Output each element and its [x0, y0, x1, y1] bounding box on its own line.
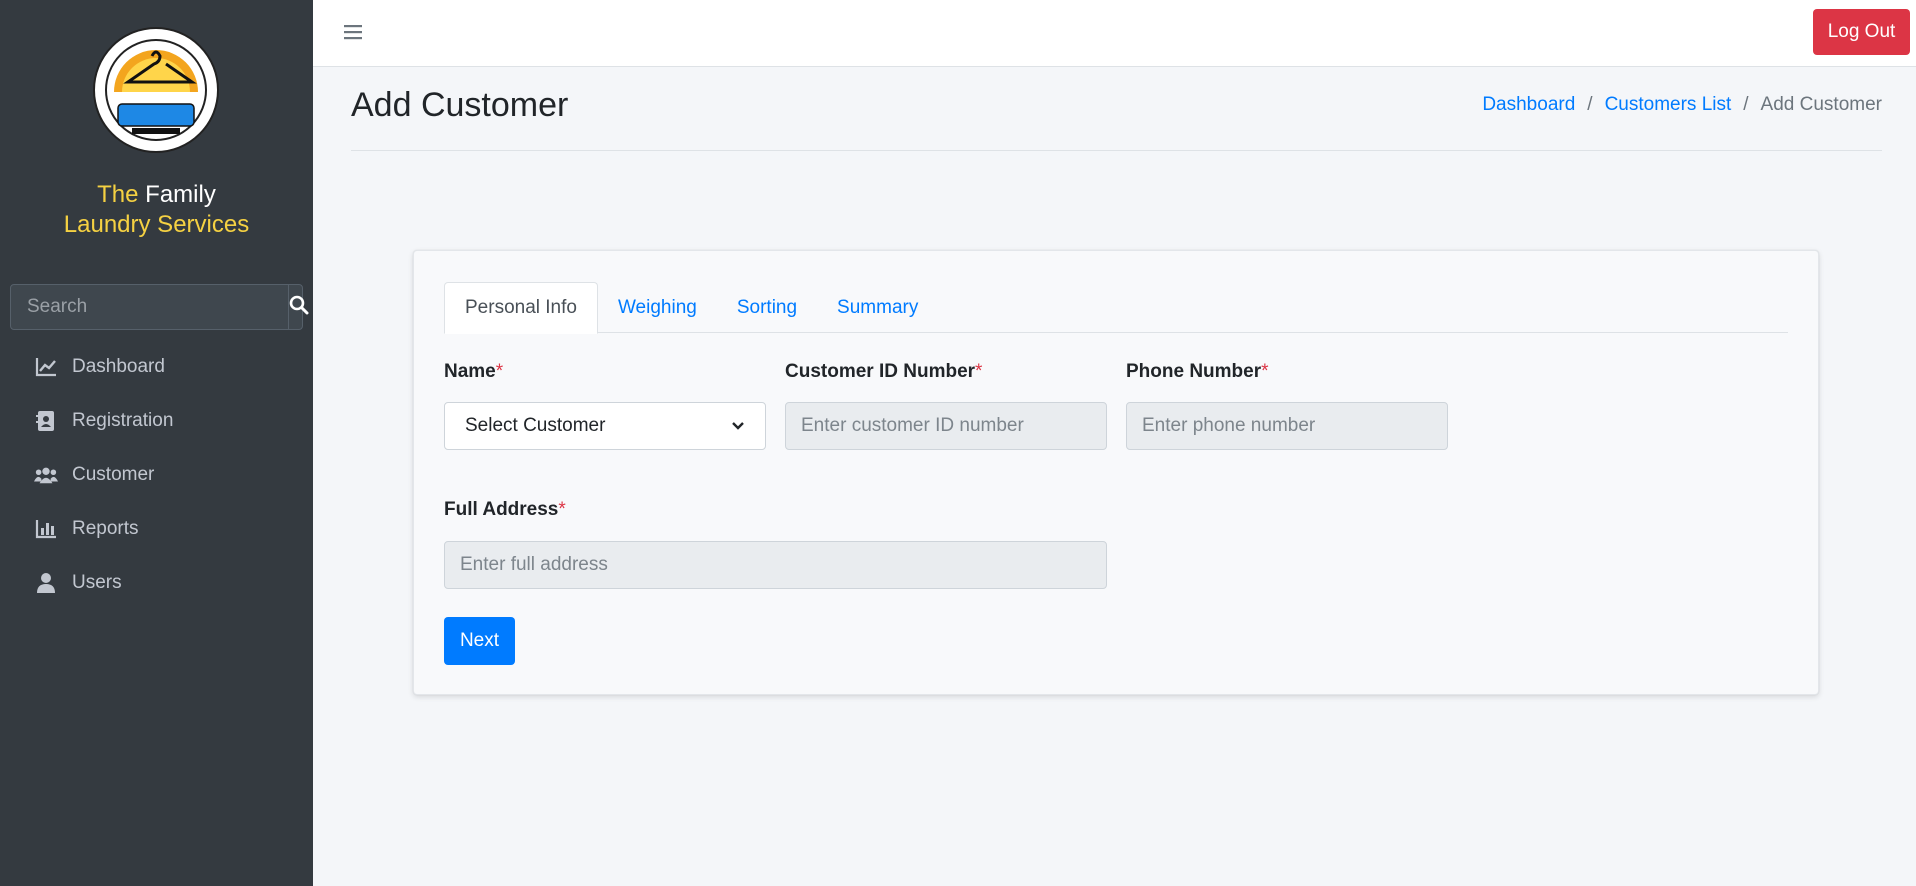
sidebar: The Family Laundry Services Dashboard Re…: [0, 0, 313, 886]
brand-logo[interactable]: [92, 26, 220, 154]
sidebar-item-dashboard[interactable]: Dashboard: [0, 340, 313, 394]
chevron-down-icon: [731, 415, 745, 437]
required-marker: *: [495, 361, 504, 382]
next-button[interactable]: Next: [444, 617, 515, 665]
tab-personal-info[interactable]: Personal Info: [444, 282, 598, 334]
bar-chart-icon: [34, 517, 58, 541]
customer-id-label-text: Customer ID Number: [785, 361, 976, 382]
sidebar-nav: Dashboard Registration Customer Reports …: [0, 340, 313, 610]
customer-select-value: Select Customer: [465, 415, 606, 436]
customer-select[interactable]: Select Customer: [444, 402, 766, 450]
tab-weighing[interactable]: Weighing: [598, 282, 717, 333]
search-input[interactable]: [11, 285, 288, 329]
tab-sorting[interactable]: Sorting: [717, 282, 817, 333]
address-label-text: Full Address: [444, 499, 559, 520]
brand-the: The: [97, 181, 139, 208]
breadcrumb-separator: /: [1743, 94, 1749, 115]
breadcrumb-current: Add Customer: [1760, 94, 1882, 115]
sidebar-item-users[interactable]: Users: [0, 556, 313, 610]
topbar: Log Out: [313, 0, 1916, 67]
brand-name: The Family Laundry Services: [0, 180, 313, 240]
address-label: Full Address*: [444, 499, 566, 521]
brand-laundry-services: Laundry Services: [63, 211, 250, 238]
brand-family: Family: [145, 181, 216, 208]
sidebar-item-label: Users: [72, 572, 122, 593]
search-icon: [289, 295, 309, 320]
users-icon: [34, 463, 58, 487]
divider: [351, 150, 1882, 151]
user-icon: [34, 571, 58, 595]
required-marker: *: [1261, 361, 1269, 382]
sidebar-item-customer[interactable]: Customer: [0, 448, 313, 502]
breadcrumb-dashboard[interactable]: Dashboard: [1482, 94, 1575, 116]
address-field[interactable]: [444, 541, 1107, 589]
breadcrumb: Dashboard / Customers List / Add Custome…: [1482, 94, 1882, 116]
phone-field[interactable]: [1126, 402, 1448, 450]
sidebar-item-registration[interactable]: Registration: [0, 394, 313, 448]
customer-id-field[interactable]: [785, 402, 1107, 450]
sidebar-search: [10, 284, 309, 330]
breadcrumb-separator: /: [1587, 94, 1593, 115]
phone-label: Phone Number*: [1126, 361, 1269, 383]
required-marker: *: [558, 499, 566, 520]
sidebar-item-label: Registration: [72, 410, 174, 431]
breadcrumb-customers-list[interactable]: Customers List: [1605, 94, 1732, 116]
search-button[interactable]: [288, 285, 309, 329]
menu-toggle-icon[interactable]: [343, 20, 367, 44]
tab-summary[interactable]: Summary: [817, 282, 938, 333]
phone-label-text: Phone Number: [1126, 361, 1262, 382]
sidebar-item-label: Customer: [72, 464, 155, 485]
sidebar-item-label: Reports: [72, 518, 139, 539]
address-book-icon: [34, 409, 58, 433]
page-title: Add Customer: [351, 86, 569, 124]
sidebar-item-reports[interactable]: Reports: [0, 502, 313, 556]
customer-id-label: Customer ID Number*: [785, 361, 982, 383]
required-marker: *: [975, 361, 983, 382]
name-label-text: Name: [444, 361, 496, 382]
logout-button[interactable]: Log Out: [1813, 9, 1910, 55]
name-label: Name*: [444, 361, 503, 383]
add-customer-card: Personal Info Weighing Sorting Summary N…: [413, 250, 1819, 695]
sidebar-item-label: Dashboard: [72, 356, 165, 377]
chart-line-icon: [34, 355, 58, 379]
form-tabs: Personal Info Weighing Sorting Summary: [444, 282, 1788, 334]
